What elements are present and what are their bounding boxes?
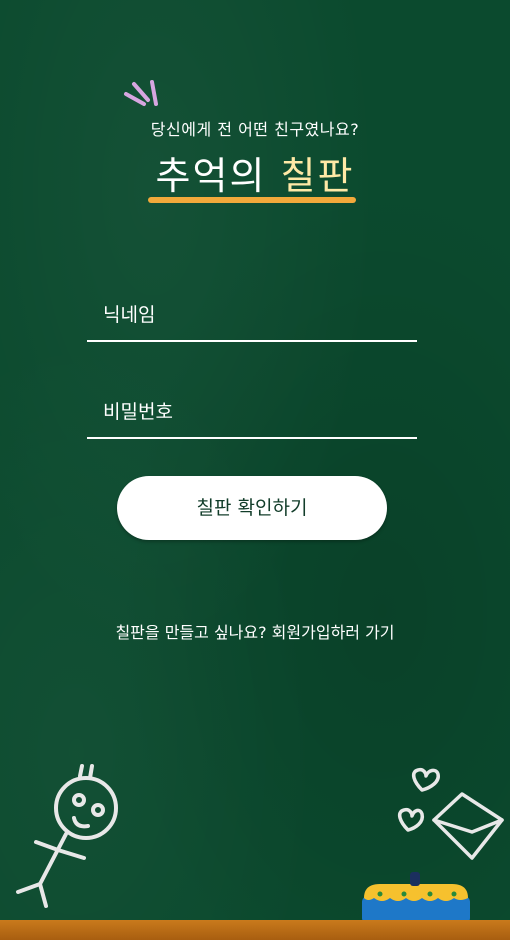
nickname-label: 닉네임 xyxy=(103,304,156,326)
envelope-doodle-icon xyxy=(432,792,504,860)
nickname-field[interactable]: 닉네임 xyxy=(87,292,417,342)
signup-link[interactable]: 칠판을 만들고 싶나요? 회원가입하러 가기 xyxy=(0,619,510,643)
page-subtitle: 당신에게 전 어떤 친구였나요? xyxy=(150,120,360,139)
password-field[interactable]: 비밀번호 xyxy=(87,389,417,439)
chalk-ledge xyxy=(0,920,510,940)
page-title: 추억의 칠판 xyxy=(0,150,510,202)
password-label: 비밀번호 xyxy=(103,401,173,423)
chalkboard-background: 당신에게 전 어떤 친구였나요? 추억의 칠판 닉네임 비밀번호 칠판 확인하기… xyxy=(0,0,510,940)
title-part-memory: 추억의 xyxy=(155,154,267,198)
stick-figure-doodle xyxy=(16,764,118,908)
confirm-chalkboard-button[interactable]: 칠판 확인하기 xyxy=(117,476,387,540)
cake-doodle-icon xyxy=(362,872,470,924)
heart-doodle-small-icon xyxy=(397,807,425,832)
title-part-chalkboard: 칠판 xyxy=(280,154,355,198)
heart-and-envelope-doodle xyxy=(397,767,504,860)
heart-doodle-icon xyxy=(411,767,440,792)
